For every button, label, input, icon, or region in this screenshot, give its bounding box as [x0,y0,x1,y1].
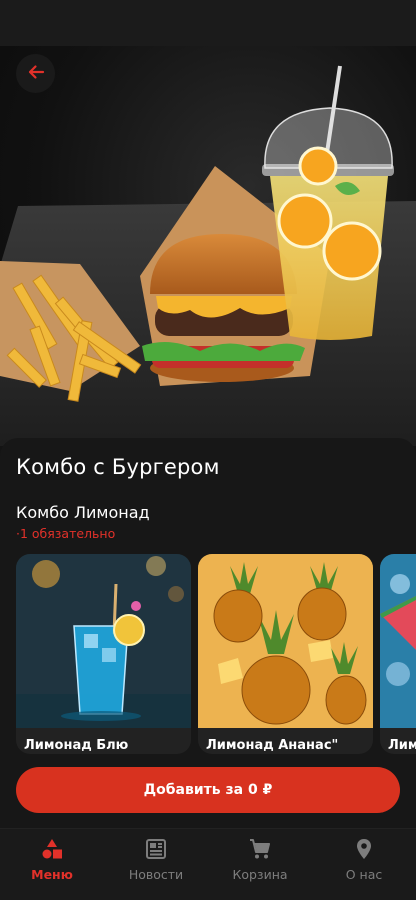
status-bar [0,0,416,46]
shapes-icon [39,836,65,862]
tab-label: Новости [128,867,184,882]
back-button[interactable] [16,54,55,93]
add-to-cart-button[interactable]: Добавить за 0 ₽ [16,767,400,813]
tab-label: Корзина [232,867,288,882]
tab-cart[interactable]: Корзина [208,829,312,900]
modifier-options-carousel[interactable]: Лимонад Блю Лимонад Ананас" Лим [16,554,416,754]
modifier-group-title: Комбо Лимонад [16,503,150,522]
newspaper-icon [143,836,169,862]
arrow-left-icon [26,62,46,86]
watermelon-lemonade-image [380,554,416,728]
product-hero-image [0,46,416,446]
location-pin-icon [351,836,377,862]
cart-icon [247,836,273,862]
tab-news[interactable]: Новости [104,829,208,900]
pineapple-lemonade-image [198,554,373,728]
option-label: Лимонад Ананас" [206,738,339,753]
product-title: Комбо с Бургером [16,455,220,479]
option-label: Лимонад Блю [24,738,129,753]
option-card-watermelon-lemonade[interactable]: Лим [380,554,416,754]
tab-label: Меню [31,867,73,882]
option-label: Лим [388,738,416,753]
blue-lemonade-image [16,554,191,728]
tab-label: О нас [345,867,383,882]
bottom-tab-bar: Меню Новости Корзина О нас [0,828,416,900]
option-card-pineapple-lemonade[interactable]: Лимонад Ананас" [198,554,373,754]
tab-about[interactable]: О нас [312,829,416,900]
option-card-blue-lemonade[interactable]: Лимонад Блю [16,554,191,754]
tab-menu[interactable]: Меню [0,829,104,900]
modifier-group-required-note: ·1 обязательно [16,526,116,541]
